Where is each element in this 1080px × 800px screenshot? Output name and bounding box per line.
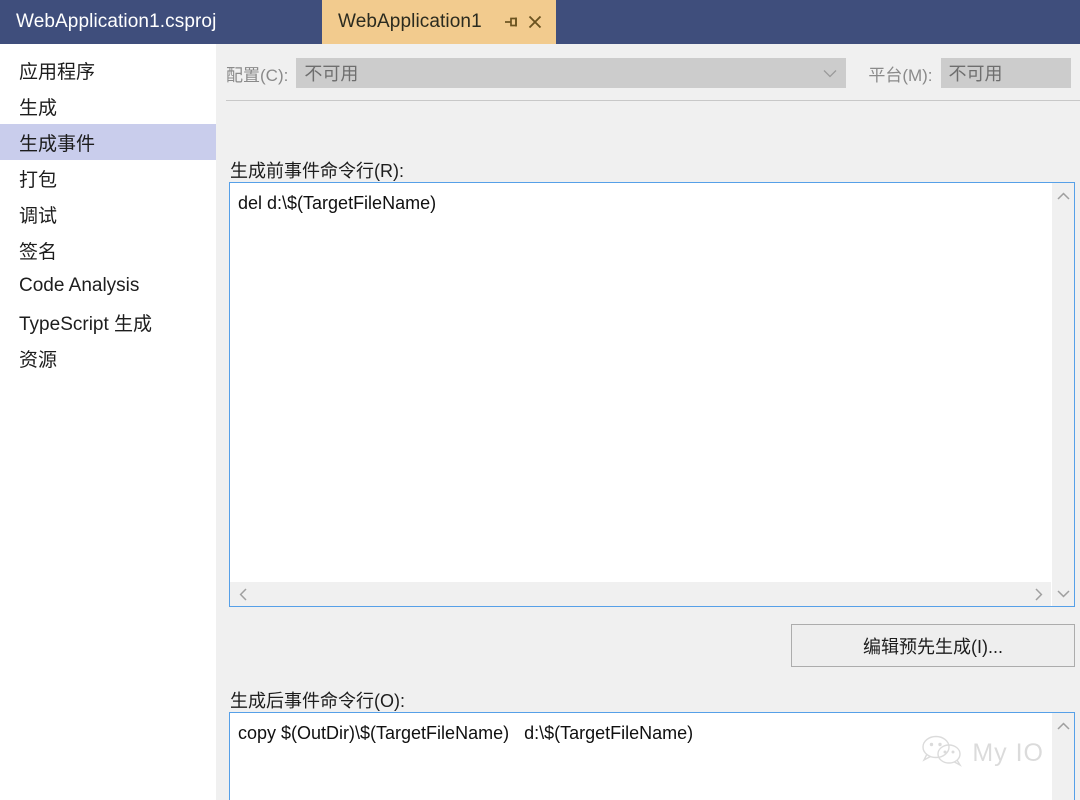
sidebar-item-label: 调试 xyxy=(19,205,58,227)
sidebar-item-label: 生成事件 xyxy=(19,133,96,155)
configuration-value: 不可用 xyxy=(304,64,359,84)
post-build-textarea[interactable]: copy $(OutDir)\$(TargetFileName) d:\$(Ta… xyxy=(229,712,1075,800)
post-build-value: copy $(OutDir)\$(TargetFileName) d:\$(Ta… xyxy=(238,723,694,743)
tab-strip: WebApplication1.csproj WebApplication1 xyxy=(0,0,1080,44)
configuration-label: 配置(C): xyxy=(226,65,289,85)
pre-build-label: 生成前事件命令行(R): xyxy=(230,161,404,181)
panel-divider xyxy=(226,100,1080,101)
platform-value: 不可用 xyxy=(948,64,1003,84)
pin-icon[interactable] xyxy=(500,11,522,33)
pre-build-horizontal-scrollbar[interactable] xyxy=(230,581,1051,606)
scroll-up-icon[interactable] xyxy=(1052,715,1074,737)
scroll-down-icon[interactable] xyxy=(1052,582,1074,604)
pre-build-value: del d:\$(TargetFileName) xyxy=(238,193,437,213)
scroll-up-icon[interactable] xyxy=(1052,185,1074,207)
sidebar-panel-gap xyxy=(216,44,226,800)
sidebar-item-package[interactable]: 打包 xyxy=(0,160,216,196)
properties-sidebar: 应用程序 生成 生成事件 打包 调试 签名 Code Analysis Type… xyxy=(0,44,216,800)
post-build-label: 生成后事件命令行(O): xyxy=(230,691,405,711)
configuration-dropdown[interactable]: 不可用 xyxy=(296,58,847,88)
sidebar-item-label: Code Analysis xyxy=(19,275,140,296)
sidebar-item-signing[interactable]: 签名 xyxy=(0,232,216,268)
post-build-vertical-scrollbar[interactable] xyxy=(1051,713,1074,800)
platform-label: 平台(M): xyxy=(868,65,933,85)
tab-label: WebApplication1 xyxy=(338,11,482,32)
sidebar-item-label: 签名 xyxy=(19,241,58,263)
pre-build-textarea[interactable]: del d:\$(TargetFileName) xyxy=(229,182,1075,607)
scroll-right-icon[interactable] xyxy=(1027,582,1049,606)
sidebar-item-code-analysis[interactable]: Code Analysis xyxy=(0,268,216,304)
edit-prebuild-label: 编辑预先生成(I)... xyxy=(863,636,1003,657)
sidebar-item-label: 生成 xyxy=(19,97,58,119)
build-events-panel: 配置(C): 不可用 平台(M): 不可用 生成前事件命令行(R): del d… xyxy=(226,44,1080,800)
pre-build-vertical-scrollbar[interactable] xyxy=(1051,183,1074,606)
sidebar-item-label: TypeScript 生成 xyxy=(19,313,153,335)
sidebar-item-label: 打包 xyxy=(19,169,58,191)
sidebar-item-resources[interactable]: 资源 xyxy=(0,340,216,376)
close-icon[interactable] xyxy=(524,11,546,33)
sidebar-item-label: 资源 xyxy=(19,349,58,371)
sidebar-item-application[interactable]: 应用程序 xyxy=(0,52,216,88)
sidebar-item-typescript-build[interactable]: TypeScript 生成 xyxy=(0,304,216,340)
platform-dropdown[interactable]: 不可用 xyxy=(940,58,1071,88)
sidebar-item-label: 应用程序 xyxy=(19,61,96,83)
tab-label: WebApplication1.csproj xyxy=(16,11,217,32)
edit-prebuild-button[interactable]: 编辑预先生成(I)... xyxy=(791,624,1075,667)
project-properties-window: WebApplication1.csproj WebApplication1 应… xyxy=(0,0,1080,800)
scroll-left-icon[interactable] xyxy=(232,582,254,606)
sidebar-item-build-events[interactable]: 生成事件 xyxy=(0,124,216,160)
tab-webapplication1-properties[interactable]: WebApplication1 xyxy=(322,0,556,44)
configuration-row: 配置(C): 不可用 平台(M): 不可用 xyxy=(226,57,1080,89)
tab-webapplication1-csproj[interactable]: WebApplication1.csproj xyxy=(0,0,310,44)
chevron-down-icon xyxy=(823,63,837,84)
sidebar-item-debug[interactable]: 调试 xyxy=(0,196,216,232)
sidebar-item-build[interactable]: 生成 xyxy=(0,88,216,124)
